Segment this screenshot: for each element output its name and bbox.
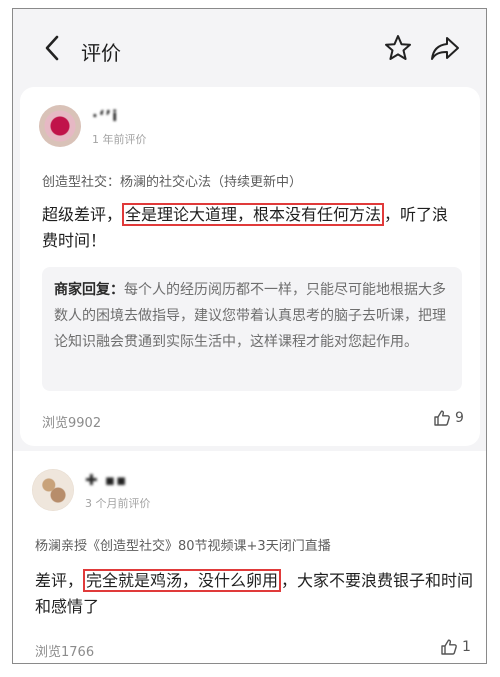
username[interactable]: ·‘’ⅰ — [92, 107, 118, 125]
like-button[interactable]: 9 — [433, 409, 464, 427]
top-bar: 评价 — [13, 9, 486, 87]
reply-label: 商家回复： — [54, 282, 124, 298]
review-text-start: 差评， — [35, 571, 84, 590]
review-text-start: 超级差评， — [42, 205, 123, 224]
app-screen: 评价 ·‘’ⅰ 1 年前评价 创造型社交：杨澜的社交心法（持续更新中） 超级差评… — [12, 8, 487, 664]
favorite-button[interactable] — [383, 33, 413, 63]
share-button[interactable] — [429, 33, 461, 63]
course-title[interactable]: 创造型社交：杨澜的社交心法（持续更新中） — [42, 171, 302, 190]
share-arrow-icon — [431, 37, 459, 60]
view-count: 浏览9902 — [42, 416, 102, 431]
review-time: 1 年前评价 — [92, 133, 147, 146]
page-title: 评价 — [81, 41, 121, 65]
like-button[interactable]: 1 — [440, 638, 471, 656]
course-title[interactable]: 杨澜亲授《创造型社交》80节视频课+3天闭门直播 — [35, 535, 331, 554]
avatar[interactable] — [39, 105, 81, 147]
like-count: 1 — [462, 639, 471, 655]
highlighted-phrase: 全是理论大道理，根本没有任何方法 — [122, 203, 385, 226]
username[interactable]: ✚ ▪▪ — [85, 471, 127, 489]
review-card: ·‘’ⅰ 1 年前评价 创造型社交：杨澜的社交心法（持续更新中） 超级差评， 全是… — [20, 87, 480, 446]
merchant-reply: 商家回复：每个人的经历阅历都不一样，只能尽可能地根据大多数人的困境去做指导，建议… — [42, 267, 462, 391]
thumbs-up-icon — [434, 410, 450, 426]
highlighted-phrase: 完全就是鸡汤，没什么卵用 — [83, 569, 282, 592]
thumbs-up-icon — [441, 639, 457, 655]
view-count: 浏览1766 — [35, 645, 95, 660]
avatar[interactable] — [32, 469, 74, 511]
review-text: 超级差评， 全是理论大道理，根本没有任何方法 ，听了浪费时间！ — [42, 202, 462, 254]
review-time: 3 个月前评价 — [85, 497, 151, 510]
review-card: ✚ ▪▪ 3 个月前评价 杨澜亲授《创造型社交》80节视频课+3天闭门直播 差评… — [13, 451, 486, 663]
review-text: 差评， 完全就是鸡汤，没什么卵用 ，大家不要浪费银子和时间和感情了 — [35, 568, 475, 620]
star-icon — [385, 35, 411, 60]
back-button[interactable] — [39, 33, 67, 63]
chevron-left-icon — [45, 35, 59, 61]
like-count: 9 — [455, 410, 464, 426]
